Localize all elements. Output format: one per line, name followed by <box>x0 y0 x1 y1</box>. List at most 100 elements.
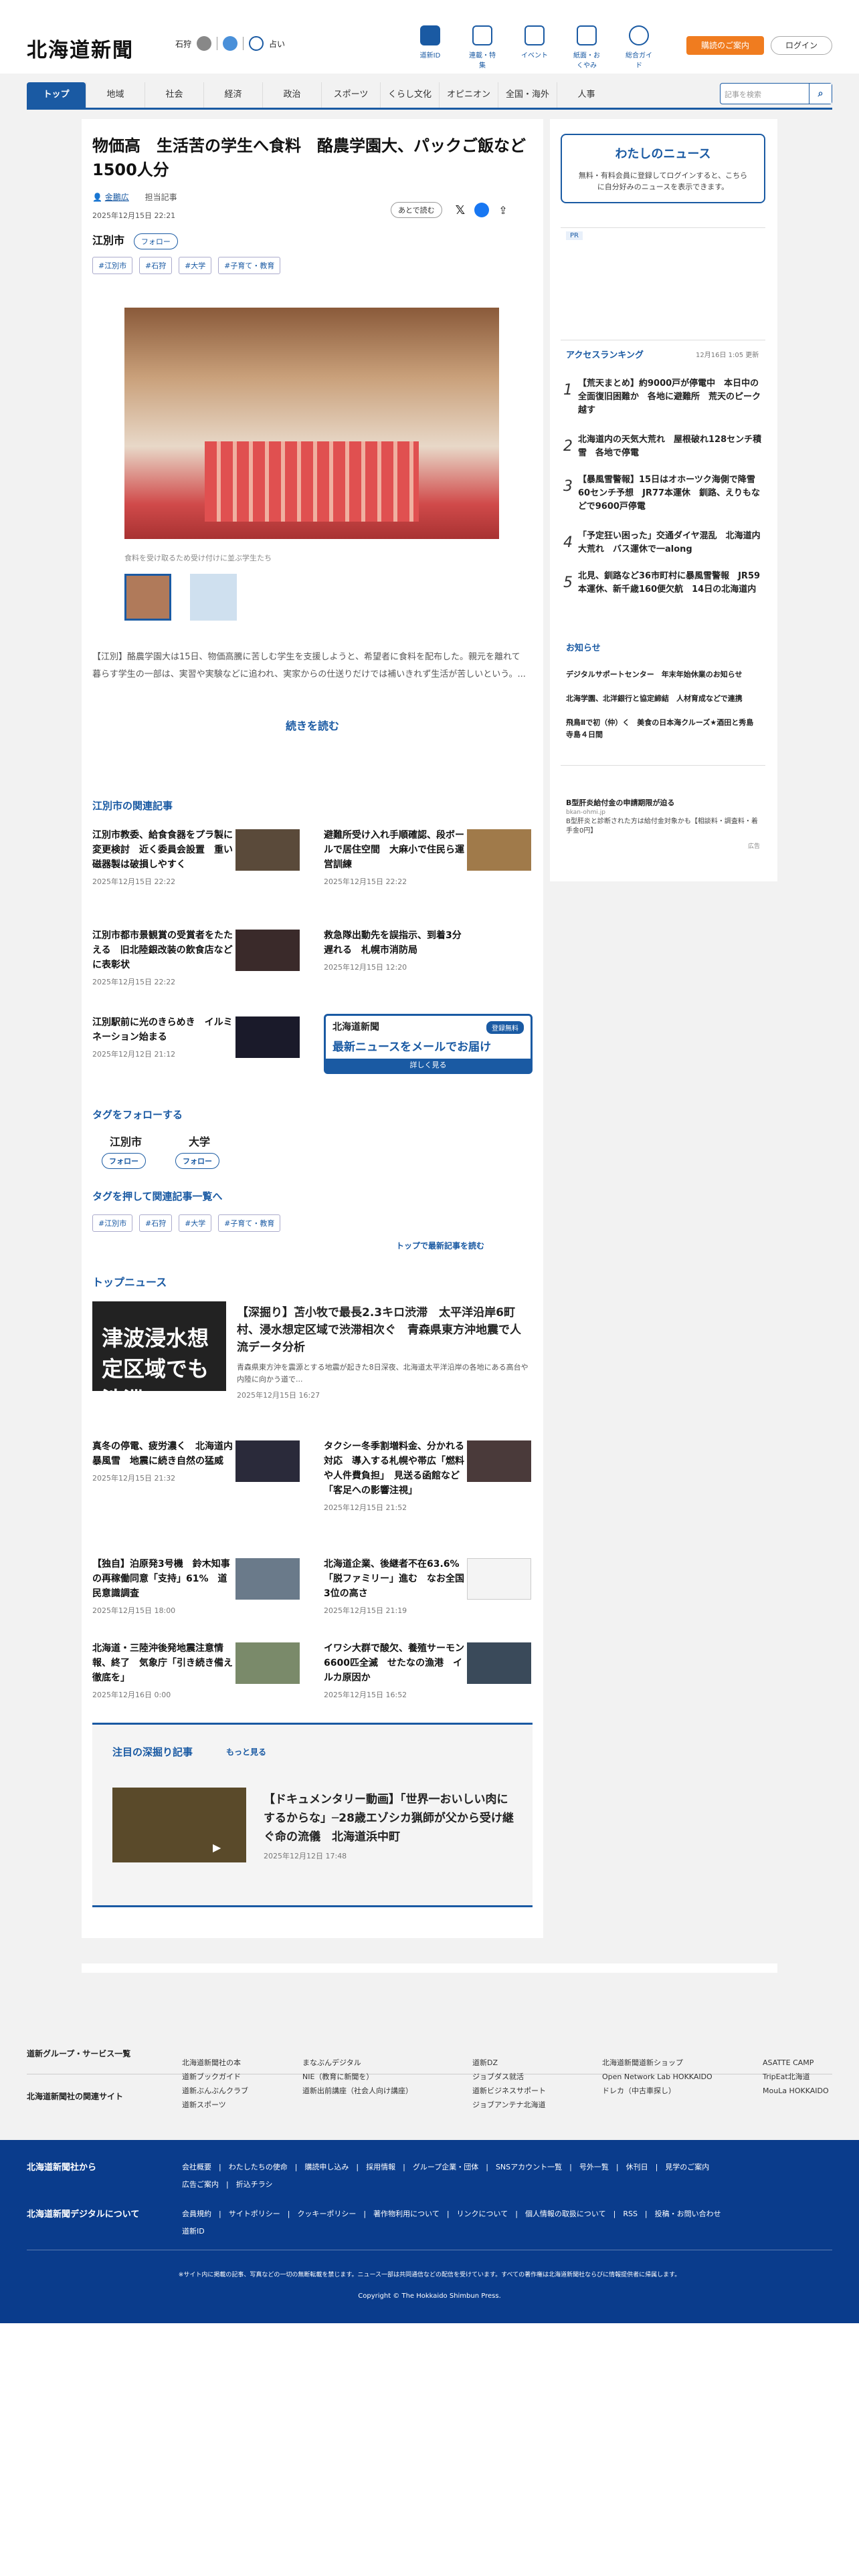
tag-item[interactable]: #子育て・教育 <box>218 257 281 274</box>
ranking-item[interactable]: 3 【暴風雪警報】15日はオホーツク海側で降雪60センチ予想 JR77本運休 釧路… <box>563 473 764 514</box>
header-nav: 道新ID 連載・特集 イベント 紙面・おくやみ 総合ガイド <box>415 25 654 70</box>
email-newsletter-banner[interactable]: 北海道新聞 登録無料 最新ニュースをメールでお届け 詳しく見る <box>324 1014 533 1074</box>
footer-link-col: 道新DZ ジョブダス就活 道新ビジネスサポート ジョブアンテナ北海道 <box>472 2058 546 2109</box>
site-header: 北海道新聞 石狩 占い 道新ID 連載・特集 イベント 紙面・おくやみ 総合ガイ… <box>0 0 859 74</box>
tab-economy[interactable]: 経済 <box>203 82 262 108</box>
search-icon[interactable]: ⌕ <box>809 84 832 104</box>
my-news-box: わたしのニュース 無料・有料会員に登録してログインすると、こちらに自分好みのニュ… <box>561 134 765 203</box>
read-more-link[interactable]: 続きを読む <box>82 717 543 733</box>
follow-city-button[interactable]: フォロー <box>133 233 178 249</box>
tab-top[interactable]: トップ <box>27 82 86 108</box>
ad-block[interactable]: B型肝炎給付金の申請期限が迫る bkan-ohmi.jp B型肝炎と診断された方… <box>566 797 760 850</box>
related-article[interactable]: 救急隊出動先を誤指示、到着3分遅れる 札幌市消防局 2025年12月15日 12:… <box>324 928 531 972</box>
notice-heading[interactable]: お知らせ <box>566 641 601 653</box>
cloud-icon <box>197 36 212 51</box>
nav-paper[interactable]: 紙面・おくやみ <box>571 25 602 70</box>
x-share-icon[interactable]: 𝕏 <box>456 203 466 217</box>
tab-opinion[interactable]: オピニオン <box>439 82 498 108</box>
deep-dive-heading: 注目の深掘り記事 <box>112 1746 193 1758</box>
footer-digital-heading: 北海道新聞デジタルについて <box>27 2210 140 2220</box>
footer-link-col: 北海道新聞道新ショップ Open Network Lab HOKKAIDO ドレカ（… <box>602 2058 712 2095</box>
top-news-lead[interactable]: 【深掘り】苫小牧で最長2.3キロ渋滞 太平洋沿岸6町村、浸水想定区域で渋滞相次ぐ… <box>237 1304 531 1400</box>
copyright: Copyright © The Hokkaido Shimbun Press. <box>358 2292 501 2300</box>
notice-item[interactable]: 北海学園、北洋銀行と協定締結 人材育成などで連携 <box>566 693 760 705</box>
tag-item[interactable]: #江別市 <box>92 1214 133 1232</box>
notice-item[interactable]: デジタルサポートセンター 年末年始休業のお知らせ <box>566 669 760 681</box>
tag-item[interactable]: #石狩 <box>139 257 173 274</box>
top-news-item[interactable]: 真冬の停電、疲労濃く 北海道内暴風雪 地震に続き自然の猛威 2025年12月15日… <box>92 1439 300 1483</box>
video-thumbnail[interactable]: ▶ <box>112 1788 246 1862</box>
ranking-item[interactable]: 5 北見、釧路など36市町村に暴風雪警報 JR59本運休、新千歳160便欠航 14… <box>563 570 764 597</box>
search-input[interactable]: 記事を検索 <box>721 84 809 104</box>
author-name[interactable]: 金鵬広 <box>105 193 129 202</box>
map-thumbnail[interactable] <box>190 574 237 621</box>
related-article[interactable]: 江別市教委、給食食器をプラ製に変更検討 近く委員会設置 重い磁器製は破損しやすく… <box>92 828 300 887</box>
article-title: 物価高 生活苦の学生へ食料 酪農学園大、パックご飯など1500人分 <box>92 136 526 179</box>
author-articles-link[interactable]: 担当記事 <box>145 193 177 202</box>
related-article[interactable]: 江別駅前に光のきらめき イルミネーション始まる 2025年12月12日 21:12 <box>92 1015 300 1059</box>
photo-caption: 食料を受け取るため受け付けに並ぶ学生たち <box>124 554 272 562</box>
tab-region[interactable]: 地域 <box>86 82 145 108</box>
tab-society[interactable]: 社会 <box>145 82 203 108</box>
save-later-button[interactable]: あとで読む <box>391 202 442 218</box>
tag-list: #江別市 #石狩 #大学 #子育て・教育 <box>92 257 284 274</box>
ad-label: 広告 <box>747 843 760 850</box>
tag-name: 江別市 <box>109 1136 142 1148</box>
top-news-heading: トップニュース <box>92 1276 167 1289</box>
tab-world[interactable]: 全国・海外 <box>498 82 557 108</box>
ranking-item[interactable]: 2 北海道内の天気大荒れ 屋根破れ128センチ積雪 各地で停電 <box>563 433 764 460</box>
tag-item[interactable]: #大学 <box>179 257 212 274</box>
ranking-item[interactable]: 4 「予定狂い困った」交通ダイヤ混乱 北海道内大荒れ バス運休で一along <box>563 530 764 556</box>
article-photo[interactable] <box>124 308 499 539</box>
global-nav: トップ 地域 社会 経済 政治 スポーツ くらし文化 オピニオン 全国・海外 人… <box>27 80 832 110</box>
top-news-item[interactable]: 北海道・三陸沖後発地震注意情報、終了 気象庁「引き続き備え徹底を」 2025年12… <box>92 1641 300 1700</box>
facebook-share-icon[interactable] <box>474 203 490 217</box>
top-news-item[interactable]: タクシー冬季割増料金、分かれる対応 導入する札幌や帯広「燃料や人件費負担」 見送… <box>324 1439 531 1513</box>
tag-item[interactable]: #石狩 <box>139 1214 173 1232</box>
notice-item[interactable]: 飛鳥Ⅱで初（仲）く 美食の日本海クルーズ★酒田と秀島寺島４日間 <box>566 717 760 741</box>
ranking-heading[interactable]: アクセスランキング <box>566 348 644 360</box>
nav-doshin-id[interactable]: 道新ID <box>415 25 446 70</box>
tab-culture[interactable]: くらし文化 <box>380 82 439 108</box>
top-news-item[interactable]: 【独自】泊原発3号機 鈴木知事の再稼働同意「支持」61% 道民意識調査 2025年… <box>92 1557 300 1616</box>
follow-tag-button[interactable]: フォロー <box>175 1153 219 1169</box>
login-button[interactable]: ログイン <box>771 36 832 55</box>
follow-tag-button[interactable]: フォロー <box>102 1153 146 1169</box>
tag-item[interactable]: #江別市 <box>92 257 133 274</box>
site-footer: 北海道新聞社から 会社概要 | わたしたちの使命 | 購読申し込み | 採用情報… <box>0 2140 859 2323</box>
snowman-icon <box>223 36 238 51</box>
city-tag: 江別市 <box>92 234 125 247</box>
nav-guide[interactable]: 総合ガイド <box>624 25 654 70</box>
deep-dive-article[interactable]: 【ドキュメンタリー動画】「世界一おいしい肉にするからな」─28歳エゾシカ猟師が父… <box>264 1790 518 1861</box>
play-icon: ▶ <box>213 1841 221 1854</box>
notice-list: デジタルサポートセンター 年末年始休業のお知らせ 北海学園、北洋銀行と協定締結 … <box>566 669 760 741</box>
site-logo[interactable]: 北海道新聞 <box>27 33 134 63</box>
nav-series[interactable]: 連載・特集 <box>467 25 498 70</box>
latest-news-link[interactable]: トップで最新記事を読む <box>396 1240 484 1251</box>
more-deep-link[interactable]: もっと見る <box>226 1746 266 1757</box>
ranking-item[interactable]: 1 【荒天まとめ】約9000戸が停電中 本日中の全面復旧困難か 各地に避難所 荒天… <box>563 377 764 417</box>
article-lead: 【江別】酪農学園大は15日、物価高騰に苦しむ学生を支援しようと、希望者に食料を配… <box>92 652 526 679</box>
top-news-item[interactable]: イワシ大群で酸欠、養殖サーモン6600匹全滅 せたなの漁港 イルカ原因か 2025… <box>324 1641 531 1700</box>
tab-politics[interactable]: 政治 <box>262 82 321 108</box>
tab-personnel[interactable]: 人事 <box>557 82 615 108</box>
follow-tags-heading: タグをフォローする <box>92 1109 183 1121</box>
photo-thumbnail[interactable] <box>124 574 171 621</box>
tag-item[interactable]: #大学 <box>179 1214 212 1232</box>
related-article[interactable]: 避難所受け入れ手順確認、段ボールで居住空間 大麻小で住民ら運営訓練 2025年12… <box>324 828 531 887</box>
id-card-icon <box>420 25 440 45</box>
share-icon[interactable]: ⇪ <box>498 204 507 217</box>
main-column: 物価高 生活苦の学生へ食料 酪農学園大、パックご飯など1500人分 👤 金鵬広 … <box>82 119 543 1938</box>
nav-events[interactable]: イベント <box>519 25 550 70</box>
calendar-icon <box>524 25 545 45</box>
subscribe-button[interactable]: 購読のご案内 <box>686 36 764 55</box>
deep-dive-section: 注目の深掘り記事 もっと見る ▶ 【ドキュメンタリー動画】「世界一おいしい肉にす… <box>92 1723 533 1907</box>
related-article[interactable]: 江別市都市景観賞の受賞者をたたえる 旧北陸銀改装の飲食店などに表彰状 2025年1… <box>92 928 300 987</box>
tag-item[interactable]: #子育て・教育 <box>218 1214 281 1232</box>
tab-sports[interactable]: スポーツ <box>321 82 380 108</box>
top-news-item[interactable]: 北海道企業、後継者不在63.6%「脱ファミリー」進む なお全国3位の高さ 2025… <box>324 1557 531 1616</box>
search-box[interactable]: 記事を検索 ⌕ <box>720 83 832 104</box>
top-news-image[interactable]: 津波浸水想定区域でも 渋滞 <box>92 1301 226 1412</box>
weather-widget[interactable]: 石狩 占い <box>175 36 285 51</box>
ranking-updated: 12月16日 1:05 更新 <box>696 352 759 359</box>
